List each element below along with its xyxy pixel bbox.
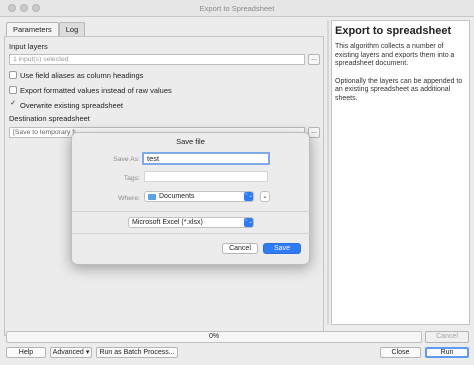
- input-layers-label: Input layers: [9, 42, 48, 51]
- input-layers-browse-button[interactable]: ...: [308, 54, 320, 65]
- advanced-label: Advanced: [52, 349, 84, 356]
- expand-dialog-button[interactable]: ⌄: [260, 191, 270, 202]
- progress-bar: 0%: [6, 331, 422, 343]
- save-as-input[interactable]: test: [142, 152, 270, 165]
- where-label: Where:: [118, 195, 140, 202]
- overwrite-label: Overwrite existing spreadsheet: [20, 100, 123, 110]
- help-paragraph-1: This algorithm collects a number of exis…: [335, 43, 455, 67]
- tags-label: Tags:: [123, 175, 140, 182]
- batch-process-button[interactable]: Run as Batch Process...: [96, 347, 178, 358]
- format-select[interactable]: Microsoft Excel (*.xlsx): [128, 217, 254, 228]
- formatted-values-checkbox[interactable]: [9, 86, 17, 94]
- where-select[interactable]: Documents: [144, 191, 254, 202]
- chevron-down-icon: ▾: [85, 349, 90, 356]
- checkbox-row-overwrite[interactable]: ✓ Overwrite existing spreadsheet: [9, 100, 123, 110]
- where-stepper-icon[interactable]: ⌃⌄: [244, 192, 253, 201]
- where-value: Documents: [159, 193, 195, 200]
- destination-label: Destination spreadsheet: [9, 114, 90, 123]
- dialog-title: Save file: [176, 137, 205, 146]
- advanced-button[interactable]: Advanced ▾: [50, 347, 92, 358]
- save-file-dialog: Save file Save As: test Tags: Where: Doc…: [71, 132, 311, 265]
- progress-cancel-button[interactable]: Cancel: [425, 331, 469, 343]
- field-aliases-label: Use field aliases as column headings: [20, 70, 144, 80]
- tags-input[interactable]: [144, 171, 268, 182]
- checkbox-row-field-aliases[interactable]: Use field aliases as column headings: [9, 70, 143, 80]
- pane-splitter[interactable]: [327, 20, 329, 325]
- dialog-cancel-button[interactable]: Cancel: [222, 243, 258, 254]
- help-button[interactable]: Help: [6, 347, 46, 358]
- formatted-values-label: Export formatted values instead of raw v…: [20, 85, 172, 95]
- field-aliases-checkbox[interactable]: [9, 71, 17, 79]
- close-button[interactable]: Close: [380, 347, 421, 358]
- title-bar: Export to Spreadsheet: [0, 0, 474, 17]
- input-layers-field[interactable]: 1 input(s) selected: [9, 54, 305, 65]
- format-stepper-icon[interactable]: ⌃⌄: [244, 218, 253, 227]
- save-as-label: Save As:: [113, 156, 140, 163]
- tab-log[interactable]: Log: [58, 22, 86, 36]
- help-pane: Export to spreadsheet This algorithm col…: [331, 20, 470, 325]
- dialog-divider-2: [72, 233, 311, 234]
- help-paragraph-2: Optionally the layers can be appended to…: [335, 77, 463, 102]
- format-value: Microsoft Excel (*.xlsx): [132, 219, 203, 226]
- folder-icon: [148, 193, 156, 200]
- dialog-save-button[interactable]: Save: [263, 243, 301, 254]
- help-title: Export to spreadsheet: [335, 25, 452, 37]
- dialog-divider: [72, 211, 311, 212]
- checkbox-row-formatted-values[interactable]: Export formatted values instead of raw v…: [9, 85, 172, 95]
- window-title: Export to Spreadsheet: [199, 4, 275, 13]
- tab-bar: Parameters Log: [6, 22, 86, 36]
- overwrite-checkbox-checkmark-icon[interactable]: ✓: [9, 100, 17, 109]
- run-button[interactable]: Run: [425, 347, 469, 358]
- tab-parameters[interactable]: Parameters: [6, 22, 59, 36]
